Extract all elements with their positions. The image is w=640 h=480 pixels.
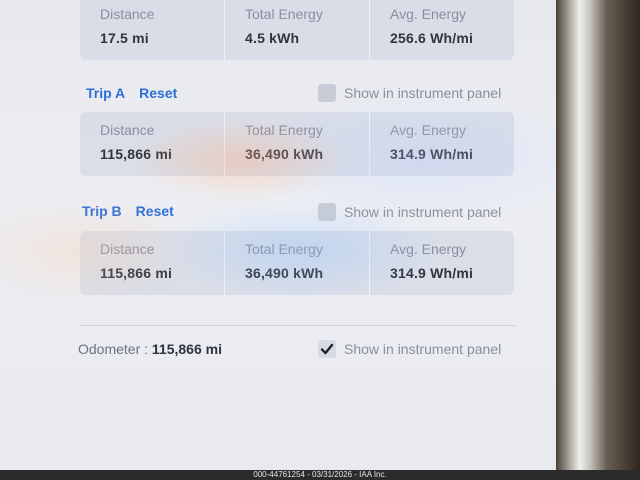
distance-value: 17.5 mi — [100, 30, 149, 46]
checkmark-icon — [320, 343, 334, 355]
total-energy-label: Total Energy — [245, 6, 323, 22]
odometer-show-toggle[interactable]: Show in instrument panel — [318, 340, 501, 358]
trip-b-header: Trip B Reset — [82, 200, 174, 222]
trip-b-panel: Distance 115,866 mi Total Energy 36,490 … — [80, 231, 514, 295]
photo-footer: 000-44761254 - 03/31/2026 - IAA Inc. — [0, 470, 640, 480]
avg-energy-label: Avg. Energy — [390, 6, 467, 22]
trip-a-total-energy-value: 36,490 kWh — [245, 146, 324, 162]
trip-b-avg-energy-cell: Avg. Energy 314.9 Wh/mi — [369, 231, 514, 295]
trip-b-avg-energy-label: Avg. Energy — [390, 241, 467, 257]
trip-b-reset-button[interactable]: Reset — [136, 203, 174, 219]
trip-a-header: Trip A Reset — [86, 82, 177, 104]
odometer-value: 115,866 mi — [151, 341, 222, 357]
trip-b-distance-cell: Distance 115,866 mi — [80, 231, 224, 295]
trip-b-checkbox[interactable] — [318, 203, 336, 221]
section-divider — [80, 325, 516, 326]
trip-b-distance-value: 115,866 mi — [100, 265, 173, 281]
distance-cell: Distance 17.5 mi — [80, 0, 224, 60]
trip-a-reset-button[interactable]: Reset — [139, 85, 177, 101]
trip-a-distance-cell: Distance 115,866 mi — [80, 112, 224, 176]
total-energy-value: 4.5 kWh — [245, 30, 300, 46]
trip-a-panel: Distance 115,866 mi Total Energy 36,490 … — [80, 112, 514, 176]
trip-b-total-energy-cell: Total Energy 36,490 kWh — [224, 231, 369, 295]
trip-a-total-energy-label: Total Energy — [245, 122, 323, 138]
trip-a-total-energy-cell: Total Energy 36,490 kWh — [224, 112, 369, 176]
trip-a-title: Trip A — [86, 85, 126, 101]
trip-a-avg-energy-label: Avg. Energy — [390, 122, 467, 138]
trip-b-total-energy-value: 36,490 kWh — [245, 265, 324, 281]
trip-a-distance-value: 115,866 mi — [100, 146, 173, 162]
total-energy-cell: Total Energy 4.5 kWh — [224, 0, 369, 60]
trip-b-title: Trip B — [82, 203, 122, 219]
distance-label: Distance — [100, 6, 155, 22]
trip-b-show-label: Show in instrument panel — [344, 204, 502, 220]
display-bezel — [556, 0, 640, 480]
trip-a-distance-label: Distance — [100, 122, 155, 138]
current-trip-panel: Distance 17.5 mi Total Energy 4.5 kWh Av… — [80, 0, 514, 60]
trip-b-total-energy-label: Total Energy — [245, 241, 323, 257]
trip-screen: Distance 17.5 mi Total Energy 4.5 kWh Av… — [0, 0, 560, 470]
trip-b-show-toggle[interactable]: Show in instrument panel — [318, 203, 501, 221]
trip-a-avg-energy-value: 314.9 Wh/mi — [390, 146, 474, 162]
avg-energy-value: 256.6 Wh/mi — [390, 30, 474, 46]
odometer-show-label: Show in instrument panel — [344, 341, 502, 357]
avg-energy-cell: Avg. Energy 256.6 Wh/mi — [369, 0, 514, 60]
trip-b-avg-energy-value: 314.9 Wh/mi — [390, 265, 474, 281]
trip-b-distance-label: Distance — [100, 241, 155, 257]
trip-a-checkbox[interactable] — [318, 84, 336, 102]
odometer-label: Odometer : — [78, 341, 149, 357]
odometer-row: Odometer : 115,866 mi — [78, 341, 222, 357]
odometer-checkbox[interactable] — [318, 340, 336, 358]
trip-a-avg-energy-cell: Avg. Energy 314.9 Wh/mi — [369, 112, 514, 176]
trip-a-show-label: Show in instrument panel — [344, 85, 502, 101]
trip-a-show-toggle[interactable]: Show in instrument panel — [318, 84, 501, 102]
